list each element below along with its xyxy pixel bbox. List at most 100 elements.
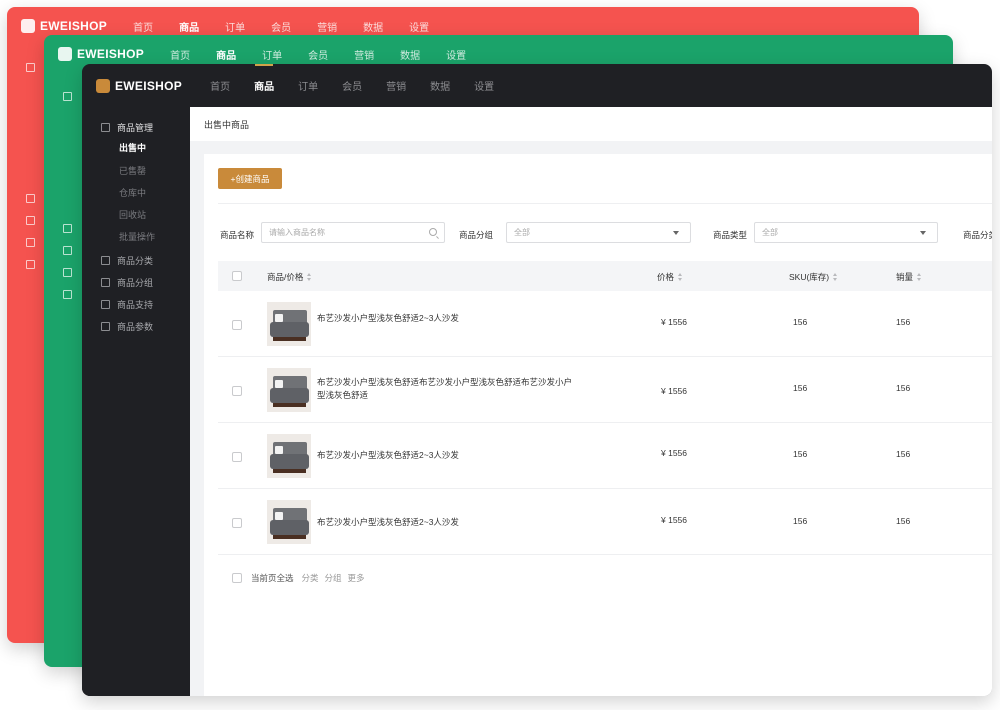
sidebar-item-on-sale[interactable]: 出售中: [119, 141, 146, 154]
product-price: ¥ 1556: [661, 317, 687, 327]
folder-icon[interactable]: [26, 216, 35, 225]
goods-group-select[interactable]: 全部: [506, 222, 691, 243]
nav-item-products[interactable]: 商品: [216, 47, 236, 62]
col-price-label: 价格: [657, 272, 675, 282]
col-sales-label: 销量: [896, 272, 914, 282]
goods-type-select[interactable]: 全部: [754, 222, 938, 243]
sidebar-item-support[interactable]: 商品支持: [101, 298, 153, 311]
nav-item-data[interactable]: 数据: [430, 64, 450, 107]
col-sku[interactable]: SKU(库存): [789, 271, 838, 283]
nav-item-settings[interactable]: 设置: [446, 47, 466, 62]
brand-name: EWEISHOP: [40, 19, 108, 33]
search-icon[interactable]: [429, 228, 437, 236]
product-name[interactable]: 布艺沙发小户型浅灰色舒适2~3人沙发: [317, 312, 577, 325]
row-checkbox[interactable]: [232, 452, 242, 462]
thumb-icon[interactable]: [26, 238, 35, 247]
nav-item-data[interactable]: 数据: [363, 19, 383, 34]
col-sales[interactable]: 销量: [896, 271, 922, 283]
nav-item-home[interactable]: 首页: [170, 47, 190, 62]
nav-item-data[interactable]: 数据: [400, 47, 420, 62]
sidebar-group-goods-manage[interactable]: 商品管理: [101, 121, 153, 134]
table-header: 商品/价格 价格 SKU(库存) 销量: [218, 261, 992, 291]
nav-item-home[interactable]: 首页: [210, 64, 230, 107]
sort-icon[interactable]: [917, 273, 922, 281]
nav-item-marketing[interactable]: 营销: [317, 19, 337, 34]
nav-item-settings[interactable]: 设置: [409, 19, 429, 34]
thumb-icon[interactable]: [63, 268, 72, 277]
goods-icon[interactable]: [63, 92, 72, 101]
topbar: EWEISHOP 首页 商品 订单 会员 营销 数据 设置: [82, 64, 992, 107]
product-sales: 156: [896, 449, 911, 459]
goods-name-search-input[interactable]: 请输入商品名称: [261, 222, 445, 243]
select-page-label[interactable]: 当前页全选: [251, 572, 294, 584]
goods-manage-icon: [101, 123, 110, 132]
sidebar-item-batch[interactable]: 批量操作: [119, 230, 155, 243]
table-row[interactable]: 布艺沙发小户型浅灰色舒适2~3人沙发 ¥ 1556 156 156: [218, 423, 992, 489]
product-name[interactable]: 布艺沙发小户型浅灰色舒适2~3人沙发: [317, 449, 577, 462]
params-icon: [101, 322, 110, 331]
sidebar-item-warehouse[interactable]: 仓库中: [119, 186, 146, 199]
nav-item-home[interactable]: 首页: [133, 19, 153, 34]
batch-more-link[interactable]: 更多: [348, 572, 365, 584]
nav-item-orders[interactable]: 订单: [262, 47, 282, 62]
category-icon[interactable]: [63, 224, 72, 233]
sort-icon[interactable]: [307, 273, 312, 281]
nav-item-settings[interactable]: 设置: [474, 64, 494, 107]
col-price[interactable]: 价格: [657, 271, 683, 283]
sidebar-item-label: 商品分组: [117, 278, 154, 288]
row-checkbox[interactable]: [232, 386, 242, 396]
product-thumbnail[interactable]: [267, 434, 311, 478]
params-icon[interactable]: [26, 260, 35, 269]
batch-group-link[interactable]: 分组: [325, 572, 342, 584]
folder-icon[interactable]: [63, 246, 72, 255]
nav-item-members[interactable]: 会员: [271, 19, 291, 34]
batch-category-link[interactable]: 分类: [302, 572, 319, 584]
category-icon[interactable]: [26, 194, 35, 203]
col-product[interactable]: 商品/价格: [267, 271, 312, 283]
product-thumbnail[interactable]: [267, 302, 311, 346]
product-name[interactable]: 布艺沙发小户型浅灰色舒适布艺沙发小户型浅灰色舒适布艺沙发小户型浅灰色舒适: [317, 376, 577, 402]
goods-icon[interactable]: [26, 63, 35, 72]
nav-item-orders[interactable]: 订单: [298, 64, 318, 107]
select-page-checkbox[interactable]: [232, 573, 242, 583]
product-thumbnail[interactable]: [267, 368, 311, 412]
nav-item-members[interactable]: 会员: [308, 47, 328, 62]
table-row[interactable]: 布艺沙发小户型浅灰色舒适2~3人沙发 ¥ 1556 156 156: [218, 489, 992, 555]
nav-item-marketing[interactable]: 营销: [386, 64, 406, 107]
main-nav: 首页 商品 订单 会员 营销 数据 设置: [210, 64, 518, 107]
sort-icon[interactable]: [678, 273, 683, 281]
table-row[interactable]: 布艺沙发小户型浅灰色舒适2~3人沙发 ¥ 1556 156 156: [218, 291, 992, 357]
table-row[interactable]: 布艺沙发小户型浅灰色舒适布艺沙发小户型浅灰色舒适布艺沙发小户型浅灰色舒适 ¥ 1…: [218, 357, 992, 423]
sidebar-item-recycle[interactable]: 回收站: [119, 208, 146, 221]
params-icon[interactable]: [63, 290, 72, 299]
sidebar-item-params[interactable]: 商品参数: [101, 320, 153, 333]
green-nav: 首页 商品 订单 会员 营销 数据 设置: [170, 47, 492, 62]
sort-icon[interactable]: [833, 273, 838, 281]
product-price: ¥ 1556: [661, 515, 687, 525]
row-checkbox[interactable]: [232, 320, 242, 330]
brand-name: EWEISHOP: [115, 78, 183, 93]
red-logo: EWEISHOP: [21, 19, 107, 33]
red-nav: 首页 商品 订单 会员 营销 数据 设置: [133, 19, 455, 34]
product-sku: 156: [793, 449, 808, 459]
select-all-checkbox[interactable]: [232, 271, 242, 281]
nav-item-products[interactable]: 商品: [179, 19, 199, 34]
sidebar-item-sold-out[interactable]: 已售罄: [119, 164, 146, 177]
logo[interactable]: EWEISHOP: [96, 78, 183, 93]
sofa-icon: [267, 368, 311, 412]
col-product-label: 商品/价格: [267, 272, 304, 282]
nav-item-products[interactable]: 商品: [254, 64, 274, 107]
sidebar-item-category[interactable]: 商品分类: [101, 254, 153, 267]
create-goods-button[interactable]: +创建商品: [218, 168, 282, 189]
product-name[interactable]: 布艺沙发小户型浅灰色舒适2~3人沙发: [317, 516, 577, 529]
sidebar-item-group[interactable]: 商品分组: [101, 276, 153, 289]
brand-logo-icon: [58, 47, 72, 61]
brand-logo-icon: [96, 78, 110, 93]
nav-item-marketing[interactable]: 营销: [354, 47, 374, 62]
nav-item-orders[interactable]: 订单: [225, 19, 245, 34]
filter-category-label: 商品分类: [963, 230, 992, 240]
row-checkbox[interactable]: [232, 518, 242, 528]
nav-item-members[interactable]: 会员: [342, 64, 362, 107]
product-thumbnail[interactable]: [267, 500, 311, 544]
folder-icon: [101, 278, 110, 287]
